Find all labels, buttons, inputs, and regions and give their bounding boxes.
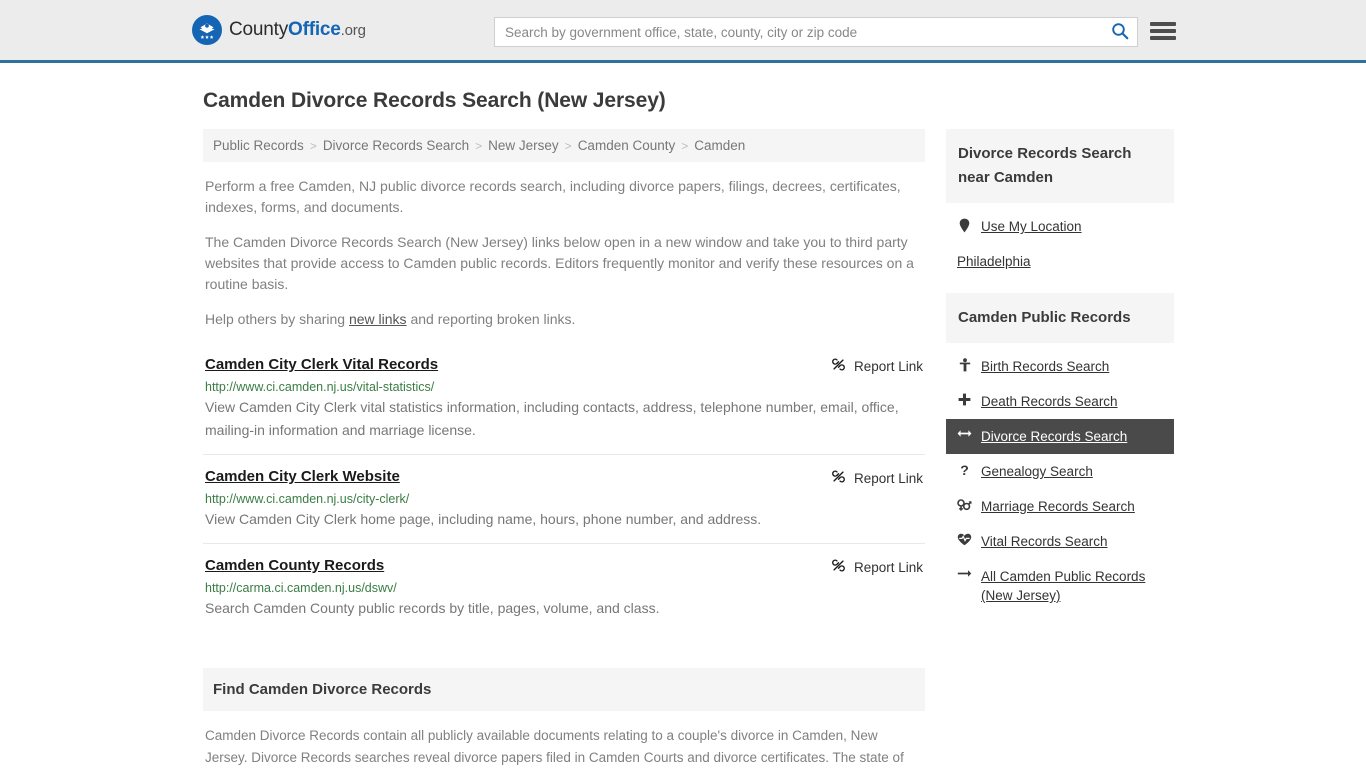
breadcrumb-item-camden-county[interactable]: Camden County [578,138,676,153]
page-container: Camden Divorce Records Search (New Jerse… [0,89,1366,768]
logo-text-office: Office [288,19,341,40]
find-records-body: Camden Divorce Records contain all publi… [205,728,904,765]
sidebar-item-philadelphia[interactable]: Philadelphia [946,244,1174,279]
public-records-panel: Camden Public Records Birth Records Sear… [946,293,1174,613]
report-link-button[interactable]: Report Link [831,558,923,576]
intro-paragraph-3: Help others by sharing new links and rep… [203,309,925,330]
site-logo[interactable]: CountyOffice.org [192,15,366,45]
logo-wordmark: CountyOffice.org [229,19,366,41]
search-icon [1111,22,1129,43]
result-title-link[interactable]: Camden City Clerk Website [205,468,400,485]
sidebar-item-use-my-location[interactable]: Use My Location [946,209,1174,244]
breadcrumb-item-camden[interactable]: Camden [694,138,745,153]
search-input[interactable] [495,18,1103,46]
sidebar-item-label: Vital Records Search [981,534,1108,549]
intro-p3-before: Help others by sharing [205,311,349,327]
sidebar-item-label: All Camden Public Records (New Jersey) [981,569,1146,603]
result-header: Camden City Clerk Website Report Link [205,468,923,487]
result-description: View Camden City Clerk home page, includ… [205,511,762,527]
logo-text-org: .org [340,22,366,39]
page-title: Camden Divorce Records Search (New Jerse… [203,89,666,112]
result-header: Camden City Clerk Vital Records Report L… [205,356,923,375]
intro-paragraph-1: Perform a free Camden, NJ public divorce… [205,178,901,215]
report-link-button[interactable]: Report Link [831,469,923,487]
search-button[interactable] [1103,18,1137,46]
report-link-label: Report Link [853,470,923,486]
table-row: Camden City Clerk Vital Records Report L… [203,356,925,455]
sidebar-item-divorce-records-search[interactable]: Divorce Records Search [946,419,1174,454]
report-link-label: Report Link [853,559,923,575]
sidebar-item-genealogy-search[interactable]: ? Genealogy Search [946,454,1174,489]
find-records-heading: Find Camden Divorce Records [203,668,925,711]
content-columns: Public Records > Divorce Records Search … [203,129,1174,768]
sidebar-item-label: Genealogy Search [981,464,1093,479]
public-records-heading: Camden Public Records [946,293,1174,343]
new-links-link[interactable]: new links [349,311,407,327]
sidebar-item-birth-records-search[interactable]: Birth Records Search [946,349,1174,384]
sidebar-item-label: Philadelphia [957,254,1031,269]
intro-paragraph-2: The Camden Divorce Records Search (New J… [205,234,914,292]
find-records-panel: Find Camden Divorce Records Camden Divor… [203,668,925,768]
result-title-link[interactable]: Camden County Records [205,557,384,574]
site-header: CountyOffice.org [0,0,1366,63]
broken-link-icon [831,469,846,487]
breadcrumb-item-divorce-records-search[interactable]: Divorce Records Search [323,138,469,153]
results-list: Camden City Clerk Vital Records Report L… [203,356,925,632]
result-url[interactable]: http://www.ci.camden.nj.us/city-clerk/ [205,492,923,506]
intro-p3-after: and reporting broken links. [406,311,576,327]
sidebar-item-label: Divorce Records Search [981,429,1128,444]
sidebar-item-label: Use My Location [981,219,1082,234]
report-link-label: Report Link [853,358,923,374]
sidebar-item-marriage-records-search[interactable]: Marriage Records Search [946,489,1174,524]
breadcrumb-item-public-records[interactable]: Public Records [213,138,304,153]
result-header: Camden County Records Report Link [205,557,923,576]
public-records-list: Birth Records Search Death Records Searc… [946,343,1174,613]
breadcrumb-separator: > [475,138,483,153]
breadcrumb-separator: > [564,138,572,153]
nearby-search-panel: Divorce Records Search near Camden Use M… [946,129,1174,279]
nearby-search-heading: Divorce Records Search near Camden [946,129,1174,203]
left-right-arrow-icon [957,428,972,439]
result-url[interactable]: http://www.ci.camden.nj.us/vital-statist… [205,380,923,394]
sidebar-item-label: Death Records Search [981,394,1118,409]
sidebar-item-label: Birth Records Search [981,359,1110,374]
sidebar-item-vital-records-search[interactable]: Vital Records Search [946,524,1174,559]
menu-bar-3 [1150,36,1176,40]
report-link-button[interactable]: Report Link [831,357,923,375]
sidebar-item-all-camden-public-records[interactable]: All Camden Public Records (New Jersey) [946,559,1174,613]
arrow-right-icon [957,568,972,579]
heart-pulse-icon [957,533,972,546]
question-mark-icon: ? [957,463,972,477]
sidebar-item-death-records-search[interactable]: Death Records Search [946,384,1174,419]
sidebar: Divorce Records Search near Camden Use M… [946,129,1174,627]
menu-bar-1 [1150,22,1176,26]
broken-link-icon [831,558,846,576]
result-title-link[interactable]: Camden City Clerk Vital Records [205,356,438,373]
baby-icon [957,358,972,372]
logo-text-county: County [229,19,289,40]
hamburger-menu-icon[interactable] [1150,20,1176,42]
eagle-seal-icon [192,15,222,45]
venus-mars-icon [957,498,972,512]
breadcrumb-item-new-jersey[interactable]: New Jersey [488,138,559,153]
result-description: View Camden City Clerk vital statistics … [205,399,899,438]
sidebar-item-label: Marriage Records Search [981,499,1135,514]
breadcrumb-separator: > [681,138,689,153]
menu-bar-2 [1150,29,1176,33]
search-bar[interactable] [494,17,1138,47]
broken-link-icon [831,357,846,375]
table-row: Camden City Clerk Website Report Link ht… [203,468,925,544]
svg-text:?: ? [960,463,969,477]
cross-plus-icon [957,393,972,406]
breadcrumb: Public Records > Divorce Records Search … [203,129,925,162]
result-url[interactable]: http://carma.ci.camden.nj.us/dswv/ [205,581,923,595]
nearby-search-list: Use My Location Philadelphia [946,203,1174,279]
main-content: Public Records > Divorce Records Search … [203,129,925,768]
table-row: Camden County Records Report Link http:/… [203,557,925,632]
breadcrumb-separator: > [309,138,317,153]
map-pin-icon [957,218,972,233]
result-description: Search Camden County public records by t… [205,600,660,616]
